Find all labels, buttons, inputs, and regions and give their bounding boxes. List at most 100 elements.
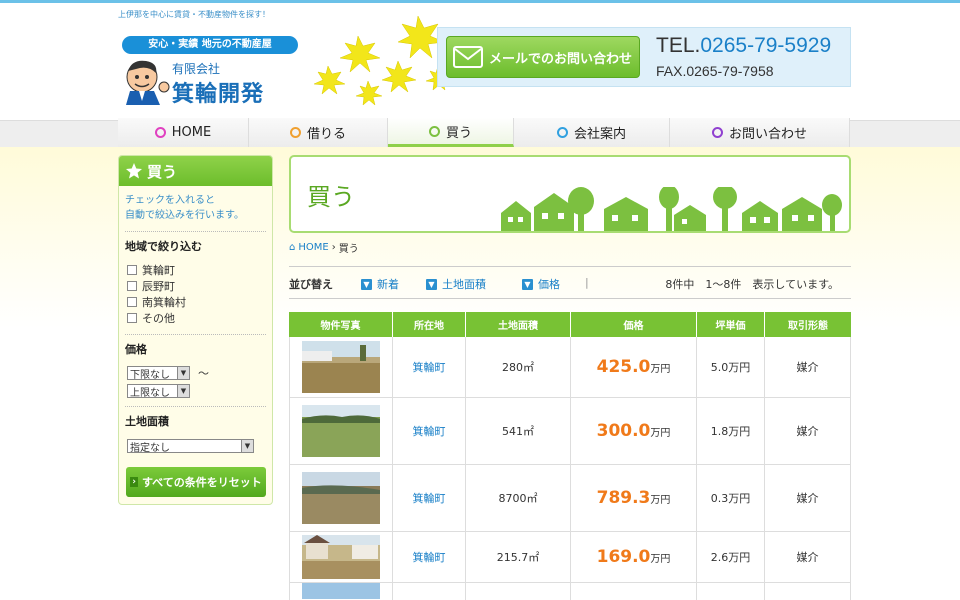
- area-option-minamiminowa[interactable]: 南箕輪村: [127, 294, 264, 310]
- chevron-down-icon: ▼: [177, 367, 189, 379]
- transaction-type: 媒介: [765, 465, 851, 531]
- price-min-select[interactable]: 下限なし ▼: [127, 366, 190, 381]
- price-cell: 300.0万円: [571, 398, 697, 464]
- area-option-other[interactable]: その他: [127, 310, 264, 326]
- table-header: 物件写真 所在地 土地面積 価格 坪単価 取引形態: [289, 312, 851, 337]
- sort-price[interactable]: ▼ 価格: [522, 276, 560, 292]
- nav-label: 買う: [445, 125, 472, 141]
- sort-bar: 並び替え ▼ 新着 ▼ 土地面積 ▼ 価格 | 8件中 1〜8件 表示しています…: [289, 266, 851, 299]
- property-photo[interactable]: [302, 535, 380, 579]
- star-icon: [126, 163, 142, 179]
- land-select-wrap: 指定なし ▼: [119, 429, 272, 454]
- area-checklist: 箕輪町 辰野町 南箕輪村 その他: [119, 254, 272, 326]
- slogan-badge: 安心・実績 地元の不動産屋: [122, 36, 298, 54]
- land-area-select[interactable]: 指定なし ▼: [127, 439, 254, 454]
- nav-item-buy[interactable]: 買う: [388, 118, 514, 147]
- price-value: 169.0: [596, 547, 651, 567]
- tsubo-price: 5.0万円: [697, 337, 765, 397]
- price-cell: 169.0万円: [571, 532, 697, 582]
- select-value: 下限なし: [130, 369, 170, 381]
- nav-label: HOME: [171, 125, 212, 140]
- company-name[interactable]: 箕輪開発: [172, 76, 264, 108]
- circle-icon: [711, 127, 723, 138]
- table-row[interactable]: [289, 583, 851, 600]
- nav-item-contact[interactable]: お問い合わせ: [670, 118, 850, 147]
- sort-land-area[interactable]: ▼ 土地面積: [426, 276, 486, 292]
- nav-label: 会社案内: [573, 127, 626, 142]
- land-filter-title: 土地面積: [125, 406, 266, 429]
- sort-newest[interactable]: ▼ 新着: [361, 276, 399, 292]
- checkbox[interactable]: [127, 265, 137, 275]
- nav-item-company[interactable]: 会社案内: [514, 118, 670, 147]
- nav-item-home[interactable]: HOME: [118, 118, 249, 147]
- page-title: 買う: [307, 183, 355, 211]
- property-photo[interactable]: [302, 472, 380, 524]
- main-nav: HOME 借りる 買う 会社案内 お問い合わせ: [118, 118, 850, 147]
- reset-filters-button[interactable]: › すべての条件をリセット: [126, 467, 266, 497]
- transaction-type: 媒介: [765, 337, 851, 397]
- home-icon: ⌂: [289, 242, 296, 253]
- col-type: 取引形態: [788, 321, 828, 332]
- area-option-tatsuno[interactable]: 辰野町: [127, 278, 264, 294]
- maple-leaves-icon: [313, 15, 453, 106]
- land-area: 280㎡: [466, 337, 571, 397]
- price-unit: 万円: [650, 364, 671, 375]
- filter-sidebar: 買う チェックを入れると 自動で絞込みを行います。 地域で絞り込む 箕輪町 辰野…: [118, 155, 273, 505]
- empty-cell: [697, 583, 765, 600]
- chevron-down-icon: ▼: [177, 385, 189, 397]
- location-link[interactable]: 箕輪町: [393, 398, 466, 464]
- empty-cell: [765, 583, 851, 600]
- photo-cell[interactable]: [289, 583, 393, 600]
- tel-prefix: TEL.: [656, 34, 701, 57]
- area-option-minowa[interactable]: 箕輪町: [127, 262, 264, 278]
- table-row[interactable]: 箕輪町 215.7㎡ 169.0万円 2.6万円 媒介: [289, 532, 851, 583]
- site-tagline: 上伊那を中心に賃貸・不動産物件を探す！: [118, 10, 270, 19]
- sidebar-header: 買う: [119, 156, 272, 186]
- location-link[interactable]: 箕輪町: [393, 465, 466, 531]
- divider: |: [585, 276, 589, 289]
- land-area: 215.7㎡: [466, 532, 571, 582]
- location-link[interactable]: 箕輪町: [393, 532, 466, 582]
- chevron-down-icon: ▼: [426, 278, 437, 290]
- price-max-select[interactable]: 上限なし ▼: [127, 384, 190, 399]
- select-value: 指定なし: [130, 442, 170, 454]
- circle-icon: [428, 125, 440, 137]
- table-row[interactable]: 箕輪町 541㎡ 300.0万円 1.8万円 媒介: [289, 398, 851, 465]
- breadcrumb-home-link[interactable]: HOME: [298, 242, 328, 253]
- property-table: 物件写真 所在地 土地面積 価格 坪単価 取引形態 箕輪町 280㎡ 425.0…: [289, 312, 851, 600]
- price-unit: 万円: [650, 428, 671, 439]
- circle-icon: [289, 127, 301, 138]
- sort-label: 並び替え: [289, 278, 333, 291]
- area-label: その他: [142, 312, 175, 325]
- select-value: 上限なし: [130, 387, 170, 399]
- price-unit: 万円: [650, 554, 671, 565]
- property-photo[interactable]: [302, 583, 380, 599]
- result-count: 8件中 1〜8件 表示しています。: [665, 278, 839, 291]
- empty-cell: [393, 583, 466, 600]
- photo-cell[interactable]: [289, 398, 393, 464]
- empty-cell: [571, 583, 697, 600]
- table-row[interactable]: 箕輪町 8700㎡ 789.3万円 0.3万円 媒介: [289, 465, 851, 532]
- property-photo[interactable]: [302, 405, 380, 457]
- area-filter-title: 地域で絞り込む: [125, 231, 266, 254]
- sort-option-label: 土地面積: [442, 278, 486, 291]
- property-photo[interactable]: [302, 341, 380, 393]
- sort-option-label: 新着: [377, 278, 399, 291]
- breadcrumb-current: 買う: [338, 244, 359, 255]
- checkbox[interactable]: [127, 297, 137, 307]
- mascot-icon: [126, 60, 170, 105]
- photo-cell[interactable]: [289, 337, 393, 397]
- nav-item-rent[interactable]: 借りる: [249, 118, 388, 147]
- tel-number: TEL.0265-79-5929: [656, 34, 831, 58]
- checkbox[interactable]: [127, 313, 137, 323]
- price-value: 300.0: [596, 421, 651, 441]
- photo-cell[interactable]: [289, 532, 393, 582]
- table-row[interactable]: 箕輪町 280㎡ 425.0万円 5.0万円 媒介: [289, 337, 851, 398]
- photo-cell[interactable]: [289, 465, 393, 531]
- checkbox[interactable]: [127, 281, 137, 291]
- page-banner: 買う: [289, 155, 851, 233]
- location-link[interactable]: 箕輪町: [393, 337, 466, 397]
- nav-label: 借りる: [306, 127, 346, 142]
- chevron-right-icon: ›: [331, 242, 336, 253]
- mail-inquiry-button[interactable]: メールでのお問い合わせ: [446, 36, 640, 78]
